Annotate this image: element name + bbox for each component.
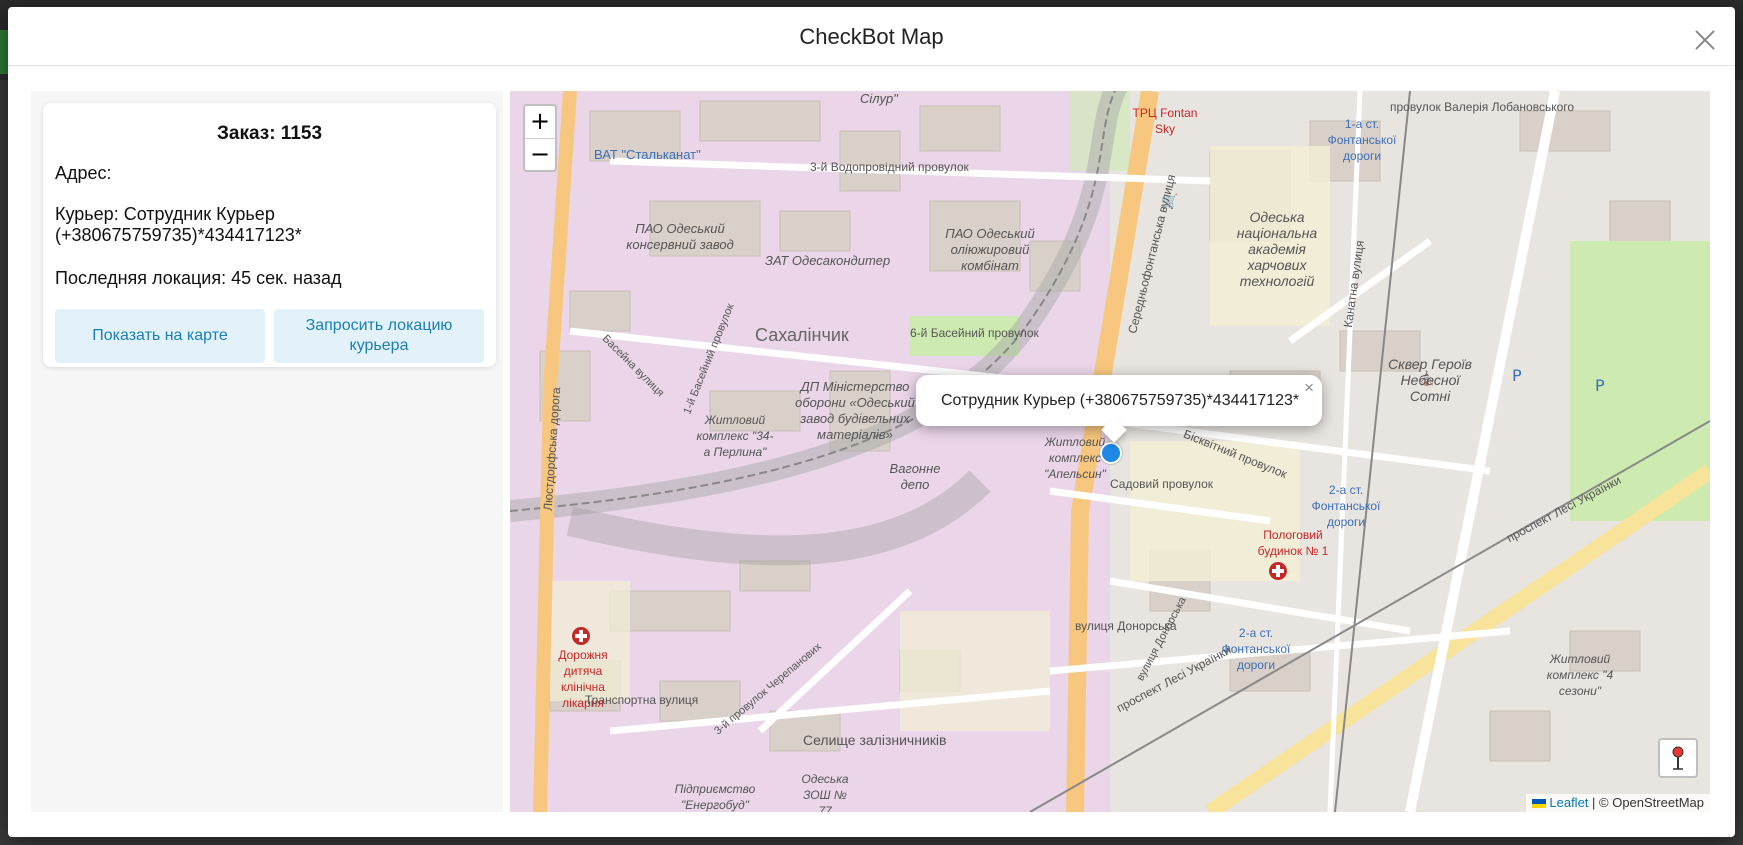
- map-label-fontanskoi2: 2-а ст. Фонтанської дороги: [1311, 483, 1381, 529]
- popup-close-icon[interactable]: ×: [1304, 378, 1314, 398]
- request-location-button[interactable]: Запросить локацию курьера: [274, 309, 484, 363]
- map-label-dp-ministry: ДП Міністерство оборони «Одеський завод …: [795, 379, 915, 442]
- close-icon[interactable]: [1691, 26, 1719, 54]
- map-label-academy: Одеська національна академія харчових те…: [1236, 209, 1318, 289]
- svg-text:P: P: [1512, 366, 1522, 385]
- map-label-transportna: Транспортна вулиця: [585, 693, 699, 707]
- modal-title: CheckBot Map: [799, 24, 944, 49]
- map-label-basejny6: 6-й Басейний провулок: [910, 326, 1039, 340]
- svg-text:P: P: [1595, 376, 1605, 395]
- map-label-pao-konserv: ПАО Одеський консервний завод: [626, 221, 734, 252]
- map-label-vodoprovidny: 3-й Водопровідний провулок: [810, 160, 969, 174]
- backdrop-accent: [0, 30, 8, 74]
- leaflet-link[interactable]: Leaflet: [1549, 795, 1588, 810]
- map-attribution: Leaflet | © OpenStreetMap: [1526, 794, 1710, 812]
- zoom-control: + −: [523, 104, 557, 172]
- map-label-zat-konditer: ЗАТ Одесакондитер: [765, 253, 891, 268]
- map-label-zosh: Одеська ЗОШ № 77: [801, 772, 849, 812]
- order-sidebar: Заказ: 1153 Адрес: Курьер: Сотрудник Кур…: [31, 91, 503, 812]
- map-label-selysche: Селище залізничників: [803, 732, 947, 748]
- map-label-perlyna: Житловий комплекс "34-а Перлина": [696, 413, 774, 459]
- map-label-silur: Сілур": [860, 91, 898, 106]
- courier-marker[interactable]: [1100, 442, 1122, 464]
- map-label-sakhalinchik: Сахалінчик: [755, 325, 849, 345]
- map-label-fontanskoi1: 1-а ст. Фонтанської дороги: [1327, 117, 1397, 163]
- zoom-in-button[interactable]: +: [525, 106, 555, 139]
- map-label-pologovy: Пологовий будинок № 1: [1257, 528, 1329, 558]
- ukraine-flag-icon: [1532, 799, 1547, 808]
- map-label-pao-oliyno: ПАО Одеський оліюжировий комбінат: [945, 226, 1035, 273]
- map-view[interactable]: 🛒 P P ⛪ Сахалінчик Сілур" ВАТ "Сталькана…: [510, 91, 1710, 812]
- modal-header: CheckBot Map: [8, 7, 1735, 66]
- map-label-sadovy: Садовий провулок: [1110, 477, 1214, 491]
- order-card: Заказ: 1153 Адрес: Курьер: Сотрудник Кур…: [43, 103, 496, 367]
- map-modal: CheckBot Map Заказ: 1153 Адрес: Курьер: …: [8, 7, 1735, 837]
- map-label-skver: Сквер Героїв Небесної Сотні: [1388, 356, 1472, 404]
- map-label-energobud: Підприємство "Енергобуд": [674, 782, 756, 812]
- order-courier: Курьер: Сотрудник Курьер (+380675759735)…: [55, 204, 302, 245]
- order-title: Заказ: 1153: [216, 123, 323, 144]
- courier-popup: Сотрудник Курьер (+380675759735)*4344171…: [916, 375, 1322, 443]
- zoom-out-button[interactable]: −: [525, 139, 555, 171]
- attribution-text: | © OpenStreetMap: [1588, 795, 1704, 810]
- map-label-lobanovskoho: провулок Валерія Лобановського: [1390, 100, 1575, 114]
- map-label-chotyri: Житловий комплекс "4 сезони": [1546, 652, 1614, 698]
- show-on-map-button[interactable]: Показать на карте: [55, 309, 265, 363]
- map-label-vagonne: Вагонне депо: [889, 461, 941, 492]
- map-label-fontan-sky: ТРЦ Fontan Sky: [1132, 106, 1198, 136]
- popup-text: Сотрудник Курьер (+380675759735)*4344171…: [941, 392, 1300, 409]
- map-pin-icon[interactable]: [1658, 738, 1698, 778]
- map-label-vat-stalkanat: ВАТ "Стальканат": [594, 147, 701, 162]
- last-location: Последняя локация: 45 сек. назад: [55, 268, 342, 288]
- order-address: Адрес:: [55, 163, 112, 183]
